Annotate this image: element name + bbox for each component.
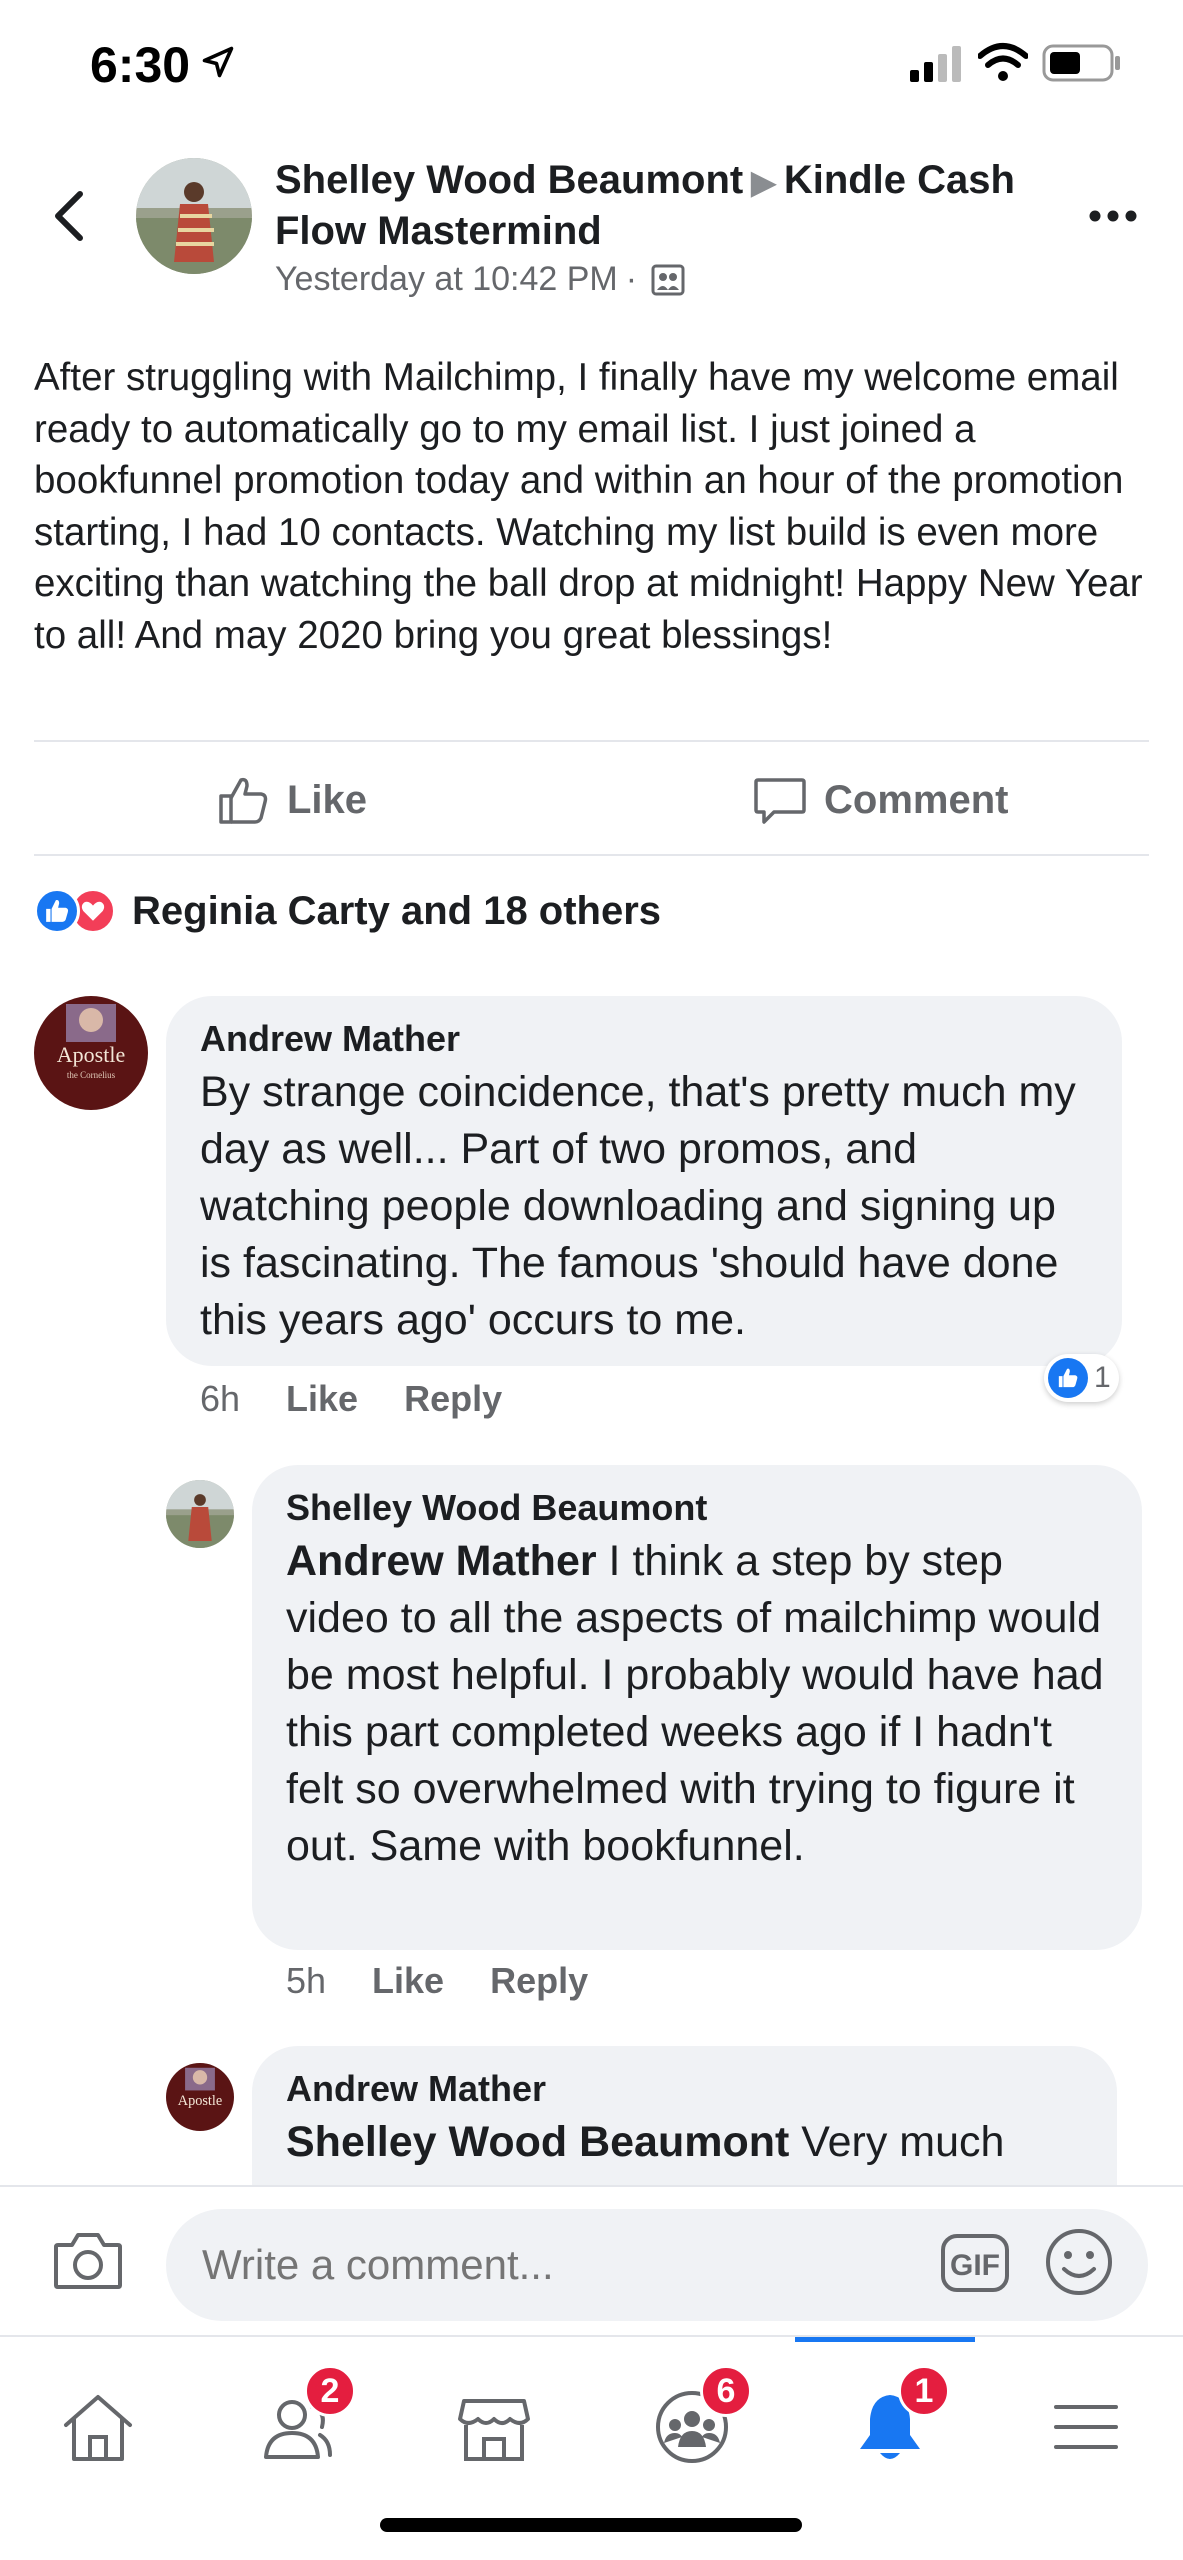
avatar-logo-subtext: the Cornelius: [67, 1070, 116, 1080]
comment-body: Very much: [789, 2118, 1005, 2166]
comment-author[interactable]: Andrew Mather: [200, 1018, 1088, 1060]
triangle-right-icon: ▶: [751, 164, 776, 200]
author-avatar[interactable]: [136, 158, 252, 274]
reply-bubble: Shelley Wood Beaumont Andrew Mather I th…: [252, 1465, 1142, 1950]
mention-link[interactable]: Shelley Wood Beaumont: [286, 2118, 789, 2166]
comment-icon: [754, 778, 806, 824]
marketplace-icon: [458, 2399, 530, 2461]
reply-avatar[interactable]: [166, 1480, 234, 1548]
comment-text: Andrew Mather I think a step by step vid…: [286, 1533, 1108, 1875]
home-icon: [64, 2395, 132, 2461]
comment-time: 5h: [286, 1960, 327, 2001]
comment-bubble: Andrew Mather By strange coincidence, th…: [166, 996, 1122, 1366]
gif-label: GIF: [950, 2249, 1000, 2282]
location-arrow-icon: [202, 46, 234, 78]
comment-label: Comment: [824, 777, 1009, 822]
comment-author[interactable]: Andrew Mather: [286, 2068, 1083, 2110]
status-bar: 6:30: [0, 0, 1183, 130]
reactions-text: Reginia Carty and 18 others: [132, 888, 662, 933]
divider: [34, 854, 1149, 856]
avatar-logo-text: Apostle: [57, 1042, 125, 1067]
wifi-icon: [978, 43, 1028, 81]
reactions-summary[interactable]: Reginia Carty and 18 others: [34, 888, 661, 934]
reaction-count: 1: [1094, 1361, 1111, 1394]
comment-like-button[interactable]: Like: [286, 1378, 358, 1420]
battery-icon: [1042, 44, 1120, 82]
comment-reply-button[interactable]: Reply: [490, 1960, 588, 2002]
meta-separator: ·: [625, 260, 638, 298]
mention-link[interactable]: Andrew Mather: [286, 1537, 597, 1585]
more-options-icon[interactable]: [1085, 196, 1141, 236]
group-privacy-icon: [651, 264, 685, 295]
comment-composer: GIF: [0, 2185, 1183, 2335]
author-name[interactable]: Shelley Wood Beaumont: [275, 158, 743, 202]
comment-like-button[interactable]: Like: [372, 1960, 444, 2002]
nav-notifications[interactable]: 1: [840, 2365, 950, 2477]
comment-text: By strange coincidence, that's pretty mu…: [200, 1068, 1076, 1344]
comment-button[interactable]: Comment: [752, 770, 1008, 830]
comment-actions: 5h Like Reply: [286, 1960, 588, 2002]
like-reaction-icon: [1048, 1358, 1088, 1398]
comment-time: 6h: [200, 1378, 241, 1419]
groups-badge: 6: [700, 2365, 752, 2417]
like-label: Like: [287, 777, 368, 822]
comment-reaction-count[interactable]: 1: [1044, 1354, 1119, 1402]
post-header: Shelley Wood Beaumont ▶ Kindle Cash Flow M…: [275, 156, 1055, 299]
post-body: After struggling with Mailchimp, I final…: [34, 356, 1143, 657]
thumbs-up-icon: [219, 777, 268, 824]
active-tab-indicator: [795, 2337, 975, 2342]
cellular-signal-icon: [910, 46, 961, 82]
home-indicator: [380, 2518, 802, 2532]
divider: [34, 740, 1149, 742]
comment-author[interactable]: Shelley Wood Beaumont: [286, 1487, 1108, 1529]
nav-menu[interactable]: [1036, 2377, 1136, 2477]
nav-home[interactable]: [48, 2377, 148, 2477]
like-button[interactable]: Like: [215, 770, 367, 830]
comment-actions: 6h Like Reply: [200, 1378, 502, 1420]
back-arrow-icon[interactable]: [48, 188, 88, 244]
hamburger-menu-icon: [1054, 2405, 1118, 2449]
status-time: 6:30: [90, 37, 191, 93]
reply-avatar[interactable]: Apostle: [166, 2063, 234, 2131]
comment-text: Shelley Wood Beaumont Very much: [286, 2114, 1083, 2171]
emoji-icon[interactable]: [1044, 2227, 1114, 2297]
like-reaction-icon: [34, 888, 80, 934]
comment-body: I think a step by step video to all the …: [286, 1537, 1104, 1870]
comment-reply-button[interactable]: Reply: [404, 1378, 502, 1420]
gif-icon[interactable]: GIF: [940, 2233, 1010, 2293]
friends-badge: 2: [304, 2365, 356, 2417]
commenter-avatar[interactable]: Apostle the Cornelius: [34, 996, 148, 1110]
nav-friends[interactable]: 2: [246, 2365, 356, 2477]
nav-groups[interactable]: 6: [642, 2365, 752, 2477]
post-meta: Yesterday at 10:42 PM ·: [275, 260, 1055, 299]
notifications-badge: 1: [898, 2365, 950, 2417]
post-title: Shelley Wood Beaumont ▶ Kindle Cash Flow M…: [275, 156, 1055, 256]
avatar-logo-text: Apostle: [178, 2093, 222, 2109]
post-timestamp[interactable]: Yesterday at 10:42 PM: [275, 260, 618, 299]
camera-icon[interactable]: [52, 2229, 124, 2293]
nav-marketplace[interactable]: [444, 2377, 544, 2477]
